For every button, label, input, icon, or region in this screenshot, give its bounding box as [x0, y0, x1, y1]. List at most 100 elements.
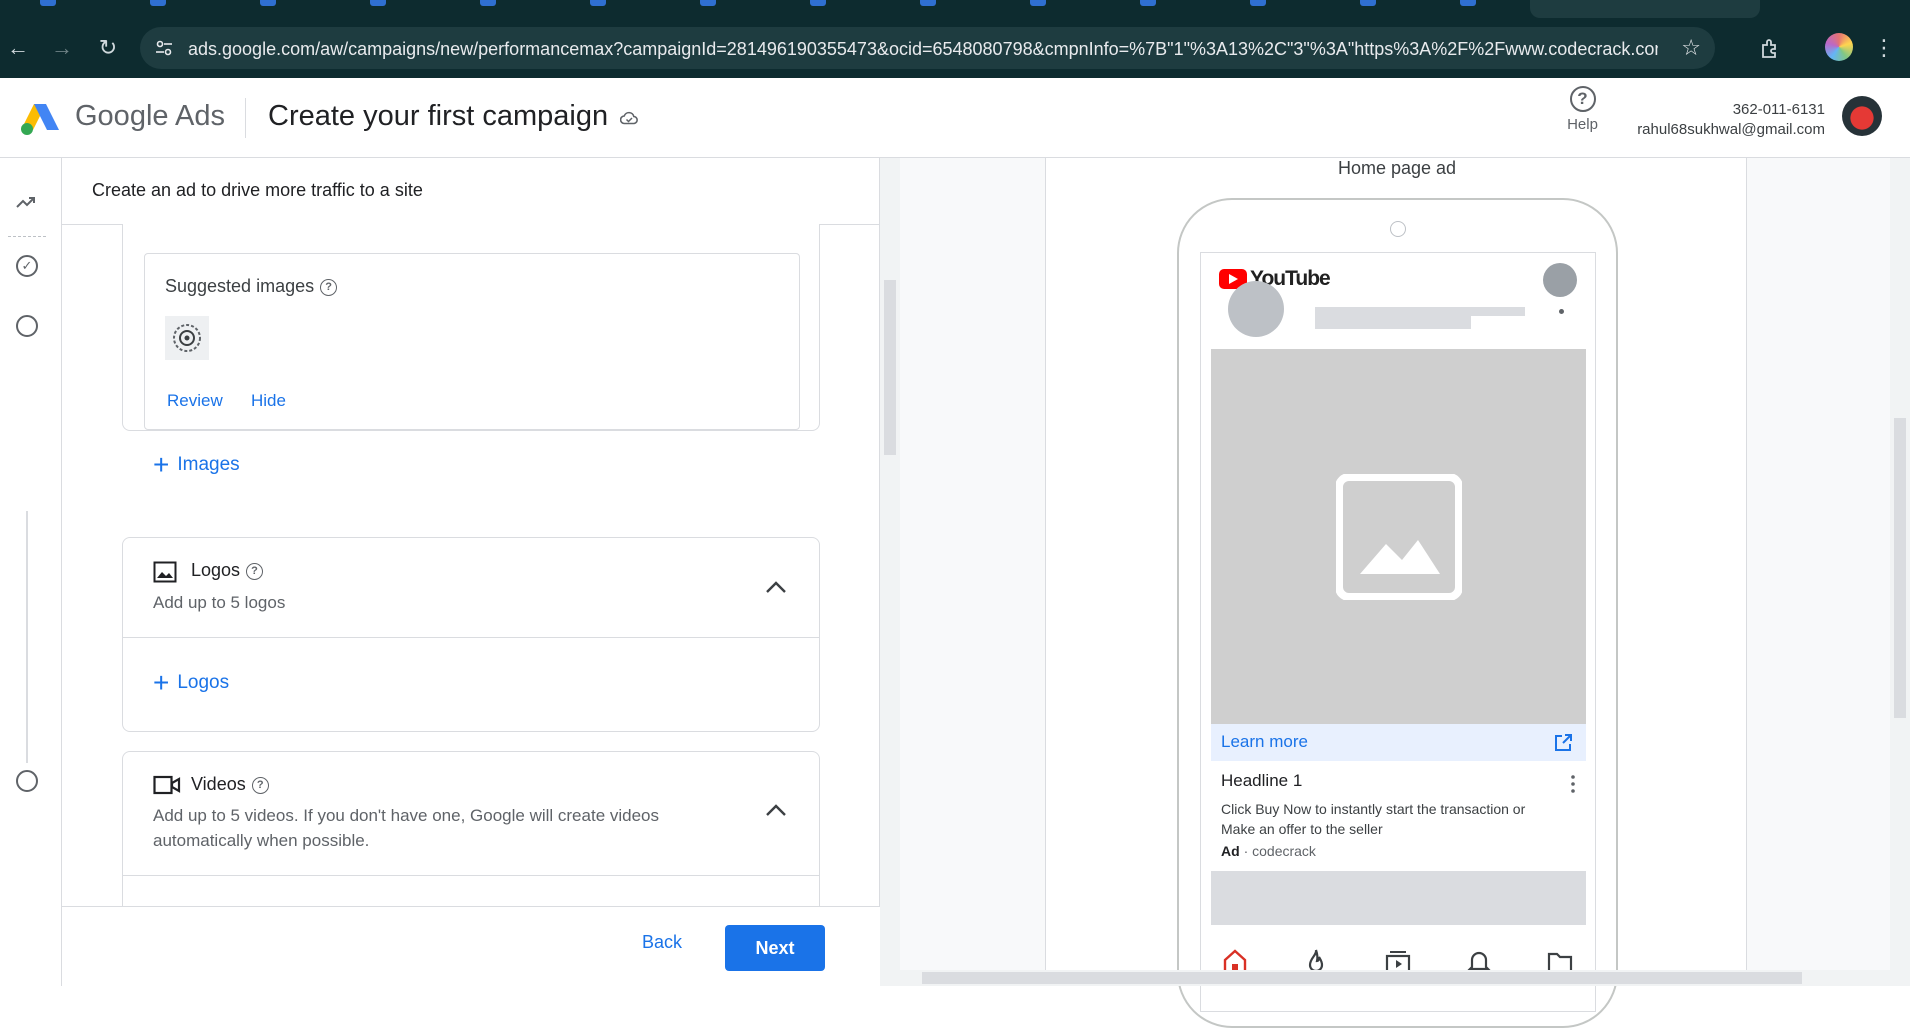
learn-more-link[interactable]: Learn more	[1221, 732, 1308, 752]
ad-badge: Ad	[1221, 843, 1240, 859]
logos-subtitle: Add up to 5 logos	[153, 593, 286, 612]
browser-tab[interactable]	[770, 0, 880, 18]
step-current-circle-icon[interactable]	[16, 315, 38, 337]
cta-bar[interactable]: Learn more	[1211, 724, 1586, 761]
scrollbar-thumb[interactable]	[1894, 418, 1906, 718]
card-divider	[123, 637, 819, 638]
card-divider	[123, 875, 819, 876]
plus-icon: +	[153, 449, 170, 480]
back-button[interactable]: Back	[642, 932, 682, 953]
account-email: rahul68sukhwal@gmail.com	[1637, 121, 1825, 138]
help-label: Help	[1567, 116, 1598, 133]
step-connector	[26, 511, 28, 763]
next-button[interactable]: Next	[725, 925, 825, 971]
browser-tab[interactable]	[1420, 0, 1530, 18]
videos-card: Videos? Add up to 5 videos. If you don't…	[122, 751, 820, 931]
attribution-separator: ·	[1243, 843, 1249, 859]
help-circle-icon[interactable]: ?	[320, 279, 338, 296]
address-bar[interactable]: ads.google.com/aw/campaigns/new/performa…	[140, 27, 1715, 69]
browser-toolbar: ← → ↻ ads.google.com/aw/campaigns/new/pe…	[0, 18, 1910, 78]
editor-scrollbar[interactable]	[880, 158, 900, 986]
google-ads-logo[interactable]	[20, 100, 60, 136]
help-circle-icon[interactable]: ?	[251, 777, 269, 794]
help-icon: ?	[1569, 86, 1596, 112]
page-title: Create your first campaign	[268, 100, 609, 132]
account-info[interactable]: 362-011-6131 rahul68sukhwal@gmail.com	[1637, 100, 1825, 140]
browser-tab[interactable]	[1100, 0, 1210, 18]
browser-menu-icon[interactable]: ⋮	[1870, 34, 1898, 62]
phone-camera	[1390, 221, 1406, 237]
browser-tab[interactable]	[880, 0, 990, 18]
browser-tab[interactable]	[330, 0, 440, 18]
step-completed-check-icon[interactable]: ✓	[16, 255, 38, 277]
browser-tab-active[interactable]	[1530, 0, 1760, 18]
browser-tab-strip	[0, 0, 1910, 18]
kebab-menu-icon[interactable]	[1571, 775, 1575, 793]
image-placeholder-icon	[1335, 473, 1462, 600]
browser-profile-avatar[interactable]	[1825, 33, 1853, 61]
images-card: Suggested images? Review Hide + Images	[122, 224, 820, 479]
video-camera-icon	[153, 775, 181, 795]
suggested-image-thumbnail[interactable]	[165, 316, 209, 360]
brand-name: Google Ads	[75, 100, 225, 132]
forward-arrow-icon[interactable]: →	[48, 34, 76, 62]
browser-tab[interactable]	[1210, 0, 1320, 18]
preview-horizontal-scrollbar[interactable]	[900, 970, 1890, 986]
browser-tab[interactable]	[1320, 0, 1430, 18]
preview-label: Home page ad	[1337, 158, 1457, 178]
review-link[interactable]: Review	[167, 391, 223, 411]
videos-subtitle: Add up to 5 videos. If you don't have on…	[153, 806, 660, 850]
hide-link[interactable]: Hide	[251, 391, 286, 411]
phone-screen: YouTube Learn more Headline 1 Click Buy …	[1200, 252, 1596, 1012]
campaign-objective-icon[interactable]	[16, 194, 36, 210]
help-button[interactable]: ? Help	[1555, 86, 1610, 133]
ad-attribution: Ad · codecrack	[1221, 843, 1316, 859]
app-header: Google Ads Create your first campaign ? …	[0, 78, 1910, 158]
bookmark-star-icon[interactable]: ☆	[1681, 35, 1701, 61]
phone-mockup: YouTube Learn more Headline 1 Click Buy …	[1177, 198, 1618, 1028]
preview-card: Home page ad YouTube Learn more Headline…	[1045, 158, 1747, 1028]
content-placeholder	[1211, 871, 1586, 925]
channel-avatar-placeholder	[1228, 281, 1284, 337]
rail-divider	[8, 236, 46, 237]
plus-icon: +	[153, 667, 170, 698]
header-divider	[245, 98, 246, 138]
chevron-up-icon[interactable]	[765, 580, 787, 594]
url-text[interactable]: ads.google.com/aw/campaigns/new/performa…	[188, 39, 1658, 60]
title-placeholder	[1315, 315, 1471, 329]
step-pending-circle-icon[interactable]	[16, 770, 38, 792]
suggested-images-box: Suggested images? Review Hide	[144, 253, 800, 430]
account-id: 362-011-6131	[1732, 101, 1825, 118]
browser-tab[interactable]	[550, 0, 660, 18]
browser-tab[interactable]	[110, 0, 220, 18]
campaign-steps-rail: ✓	[0, 158, 62, 986]
chevron-up-icon[interactable]	[765, 803, 787, 817]
editor-footer: Back Next	[62, 906, 880, 986]
account-avatar[interactable]	[1842, 96, 1882, 136]
external-link-icon[interactable]	[1554, 734, 1572, 752]
scrollbar-thumb[interactable]	[884, 280, 896, 455]
editor-heading: Create an ad to drive more traffic to a …	[92, 180, 423, 200]
preview-scrollbar[interactable]	[1890, 158, 1910, 986]
ad-description: Click Buy Now to instantly start the tra…	[1221, 801, 1526, 837]
add-images-button[interactable]: + Images	[153, 449, 240, 480]
ad-headline: Headline 1	[1221, 771, 1303, 790]
advertiser-name: codecrack	[1252, 843, 1316, 859]
browser-tab[interactable]	[0, 0, 110, 18]
browser-tab[interactable]	[660, 0, 770, 18]
browser-tab[interactable]	[220, 0, 330, 18]
help-circle-icon[interactable]: ?	[246, 563, 264, 580]
logos-title: Logos?	[191, 560, 264, 581]
reload-icon[interactable]: ↻	[94, 34, 122, 62]
extensions-icon[interactable]	[1760, 37, 1782, 59]
editor-header: Create an ad to drive more traffic to a …	[62, 158, 880, 225]
scrollbar-thumb[interactable]	[922, 972, 1802, 984]
browser-tab[interactable]	[440, 0, 550, 18]
youtube-avatar-placeholder	[1543, 263, 1577, 297]
browser-tab[interactable]	[990, 0, 1100, 18]
site-settings-icon[interactable]	[154, 38, 174, 58]
back-arrow-icon[interactable]: ←	[4, 34, 32, 62]
cloud-saved-icon	[620, 111, 638, 125]
logo-image-icon	[173, 324, 201, 352]
add-logos-button[interactable]: + Logos	[153, 667, 229, 698]
